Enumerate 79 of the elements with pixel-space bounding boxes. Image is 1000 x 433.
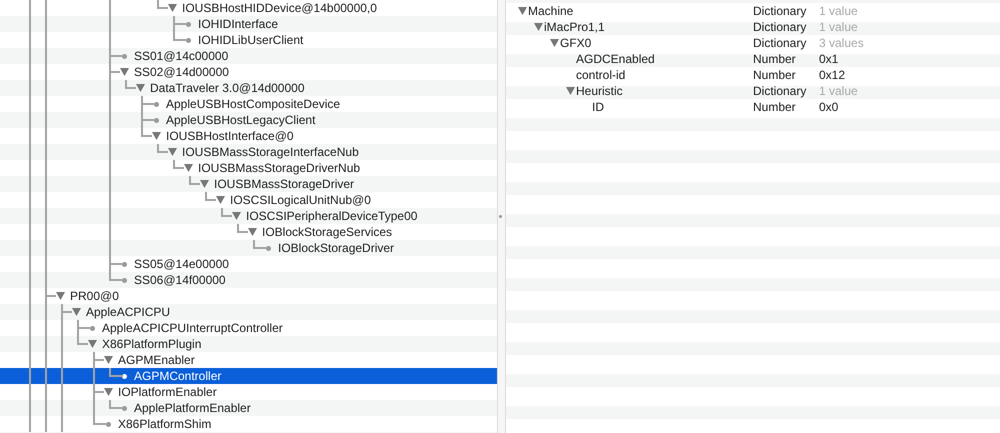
property-type: Number bbox=[753, 100, 797, 114]
disclosure-triangle-icon[interactable] bbox=[232, 212, 240, 220]
property-type: Dictionary bbox=[753, 20, 808, 34]
leaf-dot-icon bbox=[122, 374, 126, 378]
leaf-dot-icon bbox=[122, 278, 126, 282]
disclosure-triangle-icon[interactable] bbox=[534, 23, 543, 31]
tree-row[interactable]: X86PlatformShim bbox=[0, 416, 497, 432]
property-key[interactable]: AGDCEnabled bbox=[576, 52, 655, 66]
leaf-dot-icon bbox=[122, 262, 126, 266]
property-type: Number bbox=[753, 52, 797, 66]
tree-row[interactable]: IOUSBHostInterface@0 bbox=[0, 128, 497, 144]
tree-row[interactable]: SS06@14f00000 bbox=[0, 272, 497, 288]
tree-row[interactable]: IOUSBMassStorageDriver bbox=[0, 176, 497, 192]
tree-row[interactable]: X86PlatformPlugin bbox=[0, 336, 497, 352]
property-key[interactable]: iMacPro1,1 bbox=[544, 20, 605, 34]
tree-row[interactable]: IOSCSILogicalUnitNub@0 bbox=[0, 192, 497, 208]
tree-row[interactable]: IOPlatformEnabler bbox=[0, 384, 497, 400]
tree-row[interactable]: IOUSBMassStorageInterfaceNub bbox=[0, 144, 497, 160]
disclosure-triangle-icon[interactable] bbox=[168, 4, 176, 12]
property-value: 0x0 bbox=[819, 100, 838, 114]
property-key[interactable]: GFX0 bbox=[560, 36, 592, 50]
disclosure-triangle-icon[interactable] bbox=[104, 388, 112, 396]
disclosure-triangle-icon[interactable] bbox=[136, 84, 144, 92]
tree-row[interactable]: AppleUSBHostLegacyClient bbox=[0, 112, 497, 128]
tree-row[interactable]: SS01@14c00000 bbox=[0, 48, 497, 64]
tree-row[interactable]: ApplePlatformEnabler bbox=[0, 400, 497, 416]
disclosure-triangle-icon[interactable] bbox=[104, 356, 112, 364]
property-key[interactable]: Machine bbox=[528, 4, 574, 18]
tree-row[interactable]: IOHIDInterface bbox=[0, 16, 497, 32]
property-value: 3 values bbox=[819, 36, 864, 50]
tree-row[interactable]: DataTraveler 3.0@14d00000 bbox=[0, 80, 497, 96]
tree-row[interactable]: PR00@0 bbox=[0, 288, 497, 304]
tree-row[interactable]: IOBlockStorageServices bbox=[0, 224, 497, 240]
property-value: 0x1 bbox=[819, 52, 838, 66]
property-value: 0x12 bbox=[819, 68, 846, 82]
tree-row[interactable]: SS05@14e00000 bbox=[0, 256, 497, 272]
leaf-dot-icon bbox=[122, 54, 126, 58]
tree-row[interactable]: AGPMController bbox=[0, 368, 497, 384]
tree-row[interactable]: AppleUSBHostCompositeDevice bbox=[0, 96, 497, 112]
tree-row[interactable]: IOBlockStorageDriver bbox=[0, 240, 497, 256]
property-type: Dictionary bbox=[753, 84, 808, 98]
disclosure-triangle-icon[interactable] bbox=[184, 164, 192, 172]
disclosure-triangle-icon[interactable] bbox=[216, 196, 224, 204]
property-key[interactable]: Heuristic bbox=[576, 84, 623, 98]
leaf-dot-icon bbox=[186, 38, 190, 42]
property-type: Dictionary bbox=[753, 36, 808, 50]
disclosure-triangle-icon[interactable] bbox=[168, 148, 176, 156]
leaf-dot-icon bbox=[106, 422, 110, 426]
tree-row[interactable]: AGPMEnabler bbox=[0, 352, 497, 368]
tree-row[interactable]: AppleACPICPU bbox=[0, 304, 497, 320]
leaf-dot-icon bbox=[186, 22, 190, 26]
leaf-dot-icon bbox=[122, 406, 126, 410]
leaf-dot-icon bbox=[266, 246, 270, 250]
disclosure-triangle-icon[interactable] bbox=[152, 132, 160, 140]
property-value: 1 value bbox=[819, 84, 858, 98]
property-key[interactable]: control-id bbox=[576, 68, 626, 82]
tree-row[interactable]: IOUSBMassStorageDriverNub bbox=[0, 160, 497, 176]
disclosure-triangle-icon[interactable] bbox=[72, 308, 80, 316]
disclosure-triangle-icon[interactable] bbox=[550, 39, 559, 47]
disclosure-triangle-icon[interactable] bbox=[566, 87, 575, 95]
disclosure-triangle-icon[interactable] bbox=[56, 292, 64, 300]
tree-row[interactable]: AppleACPICPUInterruptController bbox=[0, 320, 497, 336]
tree-row[interactable]: IOHIDLibUserClient bbox=[0, 32, 497, 48]
disclosure-triangle-icon[interactable] bbox=[200, 180, 208, 188]
property-type: Number bbox=[753, 68, 797, 82]
property-key[interactable]: ID bbox=[592, 100, 604, 114]
disclosure-triangle-icon[interactable] bbox=[120, 68, 128, 76]
tree-row[interactable]: IOUSBHostHIDDevice@14b00000,0 bbox=[0, 0, 497, 16]
leaf-dot-icon bbox=[154, 118, 158, 122]
property-value: 1 value bbox=[819, 20, 858, 34]
leaf-dot-icon bbox=[90, 326, 94, 330]
leaf-dot-icon bbox=[154, 102, 158, 106]
disclosure-triangle-icon[interactable] bbox=[88, 340, 96, 348]
tree-row[interactable]: SS02@14d00000 bbox=[0, 64, 497, 80]
disclosure-triangle-icon[interactable] bbox=[518, 7, 527, 15]
disclosure-triangle-icon[interactable] bbox=[248, 228, 256, 236]
property-value: 1 value bbox=[819, 4, 858, 18]
tree-row[interactable]: IOSCSIPeripheralDeviceType00 bbox=[0, 208, 497, 224]
property-type: Dictionary bbox=[753, 4, 808, 18]
